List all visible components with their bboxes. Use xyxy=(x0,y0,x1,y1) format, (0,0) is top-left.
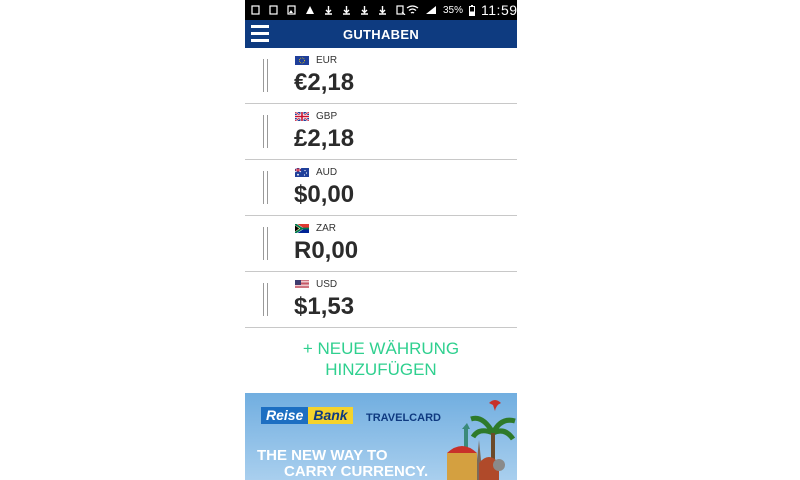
notification-icon xyxy=(251,5,260,15)
download-icon xyxy=(379,6,386,15)
ad-slogan: THE NEW WAY TO CARRY CURRENCY. xyxy=(257,448,428,480)
drag-handle-icon[interactable] xyxy=(263,227,271,260)
image-icon xyxy=(287,5,296,15)
ad-slogan-line1: THE NEW WAY TO xyxy=(257,447,388,464)
page-title: GUTHABEN xyxy=(342,26,420,42)
wifi-icon xyxy=(406,5,419,14)
download-icon xyxy=(361,6,368,15)
currency-code: ZAR xyxy=(316,223,336,234)
currency-row-usd[interactable]: USD $1,53 xyxy=(245,272,517,328)
ad-slogan-line2: CARRY CURRENCY. xyxy=(284,463,429,480)
drag-handle-icon[interactable] xyxy=(263,59,271,92)
currency-row-zar[interactable]: ZAR R0,00 xyxy=(245,216,517,272)
download-icon xyxy=(343,6,350,15)
currency-amount: $1,53 xyxy=(294,293,355,320)
uk-flag-icon xyxy=(295,112,309,121)
currency-amount: £2,18 xyxy=(294,125,355,152)
currency-code: EUR xyxy=(316,55,338,66)
drag-handle-icon[interactable] xyxy=(263,115,271,148)
notification-icon xyxy=(269,5,278,15)
add-currency-label-line2: HINZUFÜGEN xyxy=(325,360,437,379)
data-saver-icon xyxy=(396,5,406,15)
battery-icon xyxy=(469,4,476,16)
add-currency-label-line1: + NEUE WÄHRUNG xyxy=(302,339,460,358)
clock: 11:59 xyxy=(481,2,517,18)
app-screen: 35% 11:59 GUTHABEN EUR €2,18 GBP £2,18 A… xyxy=(245,0,517,480)
drag-handle-icon[interactable] xyxy=(263,171,271,204)
battery-percent: 35% xyxy=(443,4,464,16)
currency-row-eur[interactable]: EUR €2,18 xyxy=(245,48,517,104)
currency-row-aud[interactable]: AUD $0,00 xyxy=(245,160,517,216)
app-bar: GUTHABEN xyxy=(245,20,517,48)
currency-code: USD xyxy=(316,279,338,290)
signal-icon xyxy=(426,6,436,14)
australia-flag-icon xyxy=(295,168,309,177)
eu-flag-icon xyxy=(295,56,309,65)
travel-landmarks-illustration xyxy=(447,400,516,480)
currency-code: GBP xyxy=(316,111,338,122)
drag-handle-icon[interactable] xyxy=(263,283,271,316)
currency-code: AUD xyxy=(316,167,338,178)
south-africa-flag-icon xyxy=(295,224,309,233)
system-status: 35% 11:59 xyxy=(406,2,517,18)
add-currency-button[interactable]: + NEUE WÄHRUNG HINZUFÜGEN xyxy=(245,338,517,380)
currency-amount: €2,18 xyxy=(294,69,355,96)
usa-flag-icon xyxy=(295,280,309,289)
download-icon xyxy=(325,6,332,15)
reisebank-logo: Reise Bank xyxy=(261,407,353,424)
status-bar: 35% 11:59 xyxy=(245,0,517,20)
logo-part-reise: Reise xyxy=(261,407,309,424)
currency-row-gbp[interactable]: GBP £2,18 xyxy=(245,104,517,160)
travelcard-ad-banner[interactable]: Reise Bank TRAVELCARD THE NEW WAY TO CAR… xyxy=(245,393,517,480)
currency-amount: R0,00 xyxy=(294,237,359,264)
currency-list: EUR €2,18 GBP £2,18 AUD $0,00 ZAR R0,00 … xyxy=(245,48,517,328)
hamburger-menu-icon[interactable] xyxy=(251,25,269,43)
currency-amount: $0,00 xyxy=(294,181,355,208)
logo-part-bank: Bank xyxy=(308,407,353,424)
notification-icons xyxy=(251,5,406,15)
warning-icon xyxy=(306,6,314,14)
